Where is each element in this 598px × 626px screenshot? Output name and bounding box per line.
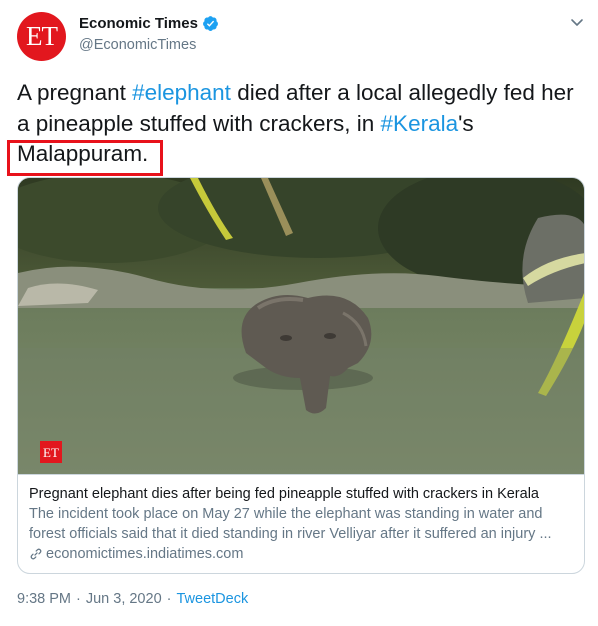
hashtag-elephant[interactable]: #elephant — [132, 80, 231, 105]
link-card[interactable]: ET Pregnant elephant dies after being fe… — [17, 177, 585, 574]
tweet-date[interactable]: Jun 3, 2020 — [86, 591, 162, 607]
card-title[interactable]: Pregnant elephant dies after being fed p… — [29, 485, 575, 504]
hashtag-kerala[interactable]: #Kerala — [381, 111, 459, 136]
author-name-row: Economic Times — [79, 15, 219, 32]
card-body[interactable]: Pregnant elephant dies after being fed p… — [18, 474, 584, 573]
verified-badge-icon — [202, 16, 218, 31]
tweet-meta: 9:38 PM · Jun 3, 2020 · TweetDeck — [17, 591, 248, 607]
image-watermark: ET — [43, 445, 59, 460]
highlight-annotation-box — [7, 140, 163, 176]
meta-separator: · — [166, 591, 172, 607]
tweet: ET Economic Times @EconomicTimes A pregn… — [0, 0, 598, 626]
source-link[interactable]: TweetDeck — [176, 591, 248, 607]
card-description: The incident took place on May 27 while … — [29, 506, 552, 542]
link-icon — [30, 548, 42, 560]
display-name[interactable]: Economic Times — [79, 15, 198, 32]
handle[interactable]: @EconomicTimes — [79, 37, 196, 53]
chevron-down-icon[interactable] — [569, 14, 585, 30]
card-image[interactable]: ET — [18, 178, 585, 474]
avatar-logo-text: ET — [26, 21, 58, 51]
card-domain-row[interactable]: economictimes.indiatimes.com — [29, 546, 575, 562]
card-domain: economictimes.indiatimes.com — [46, 546, 244, 562]
tweet-text-part: A pregnant — [17, 80, 133, 105]
avatar[interactable]: ET — [17, 12, 66, 61]
tweet-time[interactable]: 9:38 PM — [17, 591, 71, 607]
meta-separator: · — [76, 591, 81, 607]
